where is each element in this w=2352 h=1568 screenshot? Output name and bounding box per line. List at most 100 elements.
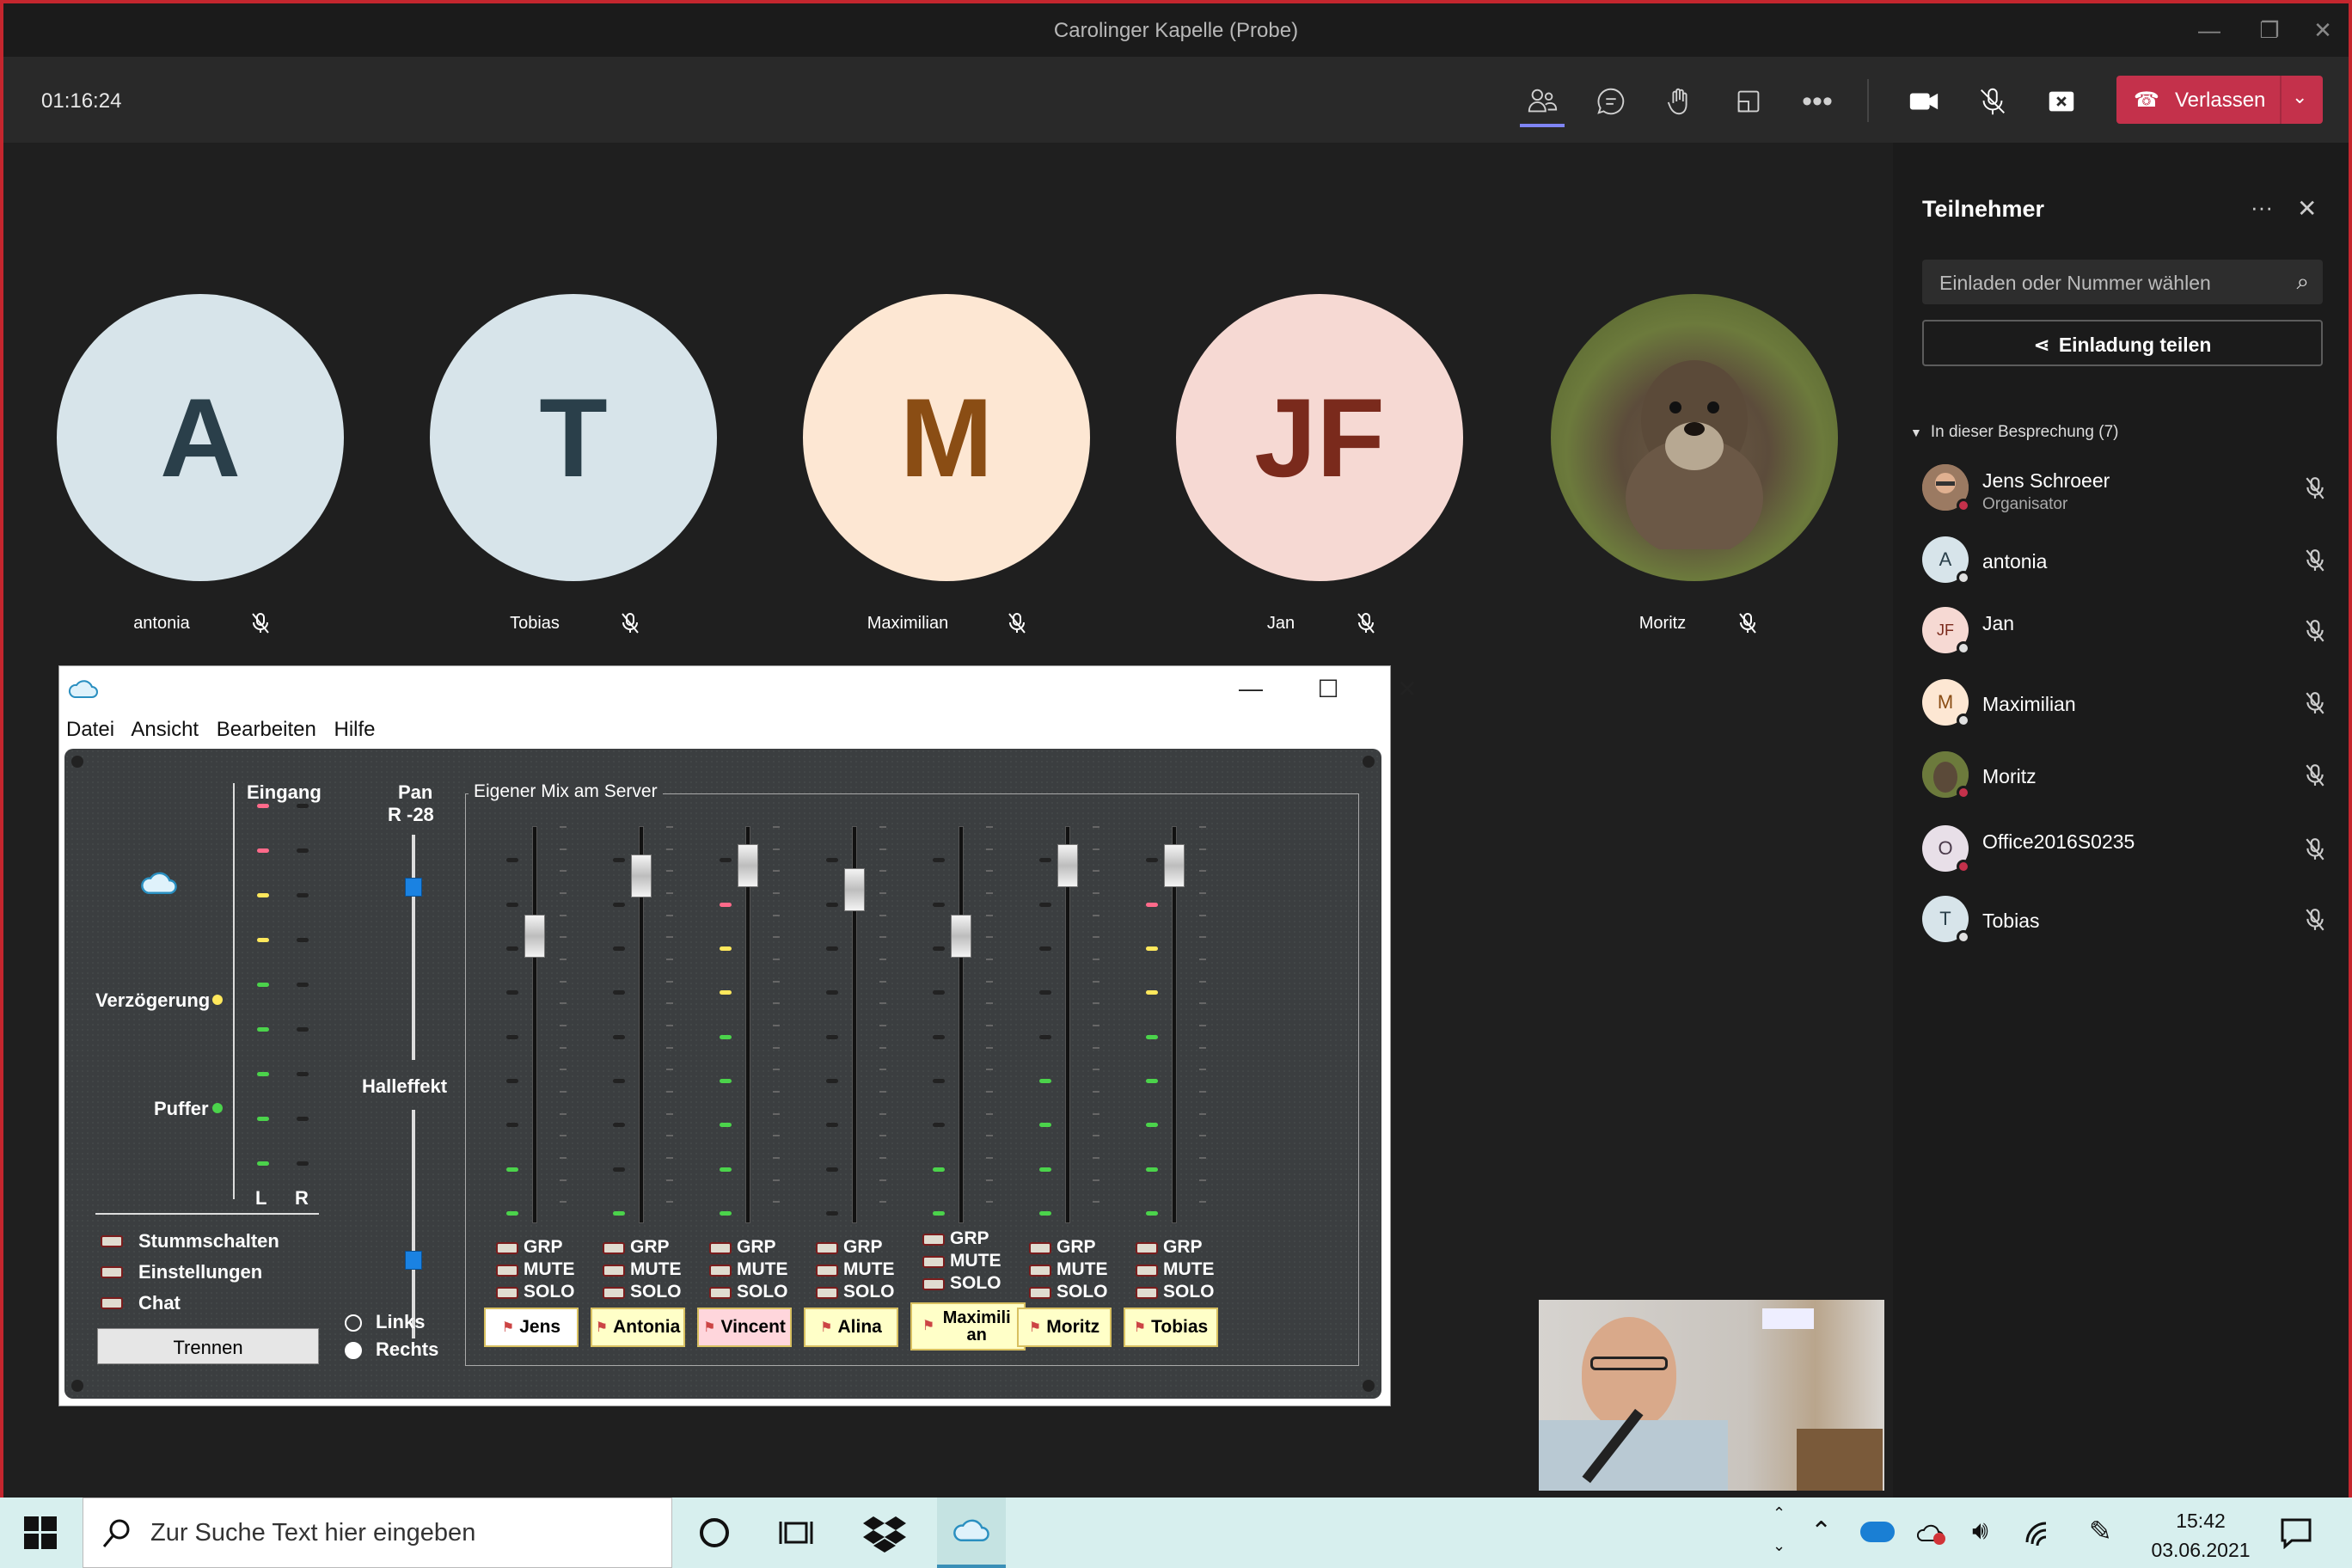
onedrive-icon[interactable] (1860, 1522, 1895, 1542)
radio-right[interactable] (345, 1342, 362, 1359)
channel-grp-toggle[interactable] (709, 1242, 732, 1254)
share-tray-icon[interactable] (2036, 77, 2087, 126)
channel-meter-led (826, 1167, 838, 1172)
participants-icon[interactable] (1516, 77, 1568, 126)
jamulus-taskbar-button[interactable] (937, 1498, 1006, 1568)
mute-toggle[interactable] (101, 1235, 123, 1247)
chat-icon[interactable] (1585, 77, 1637, 126)
wifi-icon[interactable] (2024, 1516, 2058, 1551)
channel-name-tag[interactable]: ⚑ Jens (484, 1308, 579, 1347)
channel-mute-toggle[interactable] (1029, 1265, 1051, 1277)
fader-track[interactable] (532, 826, 537, 1223)
invite-input[interactable]: Einladen oder Nummer wählen ⌕ (1922, 260, 2323, 304)
share-invite-button[interactable]: ⋖ Einladung teilen (1922, 320, 2323, 366)
channel-mute-toggle[interactable] (816, 1265, 838, 1277)
clock-time[interactable]: 15:42 (2149, 1510, 2252, 1533)
camera-icon[interactable] (1898, 77, 1950, 126)
volume-icon[interactable]: 🔊︎ (1972, 1516, 1988, 1546)
channel-mute-toggle[interactable] (922, 1256, 945, 1268)
channel-name-tag[interactable]: ⚑ Moritz (1017, 1308, 1112, 1347)
channel-name-tag[interactable]: ⚑ Antonia (591, 1308, 685, 1347)
pan-slider-handle[interactable] (405, 878, 422, 897)
channel-solo-toggle[interactable] (1029, 1287, 1051, 1299)
leave-button[interactable]: ☎ Verlassen ⌄ (2116, 76, 2323, 124)
rooms-icon[interactable] (1723, 77, 1774, 126)
task-view-icon[interactable] (779, 1516, 813, 1549)
fader-knob[interactable] (844, 868, 865, 912)
menu-ansicht[interactable]: Ansicht (131, 718, 199, 741)
maximize-button[interactable]: ❐ (2244, 12, 2295, 48)
chevron-down-icon[interactable]: ⌄ (2292, 86, 2307, 108)
reverb-slider-track[interactable] (412, 1110, 415, 1338)
cloud-error-icon[interactable] (1916, 1520, 1948, 1546)
fader-knob[interactable] (738, 843, 758, 887)
jamulus-minimize-button[interactable]: — (1230, 675, 1271, 709)
channel-name-tag[interactable]: ⚑ Alina (804, 1308, 898, 1347)
in-meeting-section-header[interactable]: ▼ In dieser Besprechung (7) (1910, 423, 2118, 442)
more-options-icon[interactable]: ••• (1792, 77, 1843, 126)
menu-hilfe[interactable]: Hilfe (334, 718, 376, 741)
channel-grp-toggle[interactable] (496, 1242, 518, 1254)
participant-row[interactable]: O Office2016S0235 (1922, 825, 2326, 885)
channel-name-tag[interactable]: ⚑ Tobias (1124, 1308, 1218, 1347)
jamulus-maximize-button[interactable]: ☐ (1308, 675, 1349, 709)
channel-solo-toggle[interactable] (922, 1278, 945, 1290)
fader-knob[interactable] (1164, 843, 1185, 887)
participant-row[interactable]: Moritz (1922, 751, 2326, 812)
channel-mute-toggle[interactable] (496, 1265, 518, 1277)
scroll-up-icon[interactable]: ⌃ (1773, 1504, 1785, 1522)
fader-knob[interactable] (951, 915, 971, 958)
fader-knob[interactable] (631, 854, 652, 897)
fader-track[interactable] (959, 826, 964, 1223)
menu-datei[interactable]: Datei (66, 718, 114, 741)
participant-row[interactable]: T Tobias (1922, 896, 2326, 956)
pen-icon[interactable]: ✎ (2089, 1515, 2112, 1547)
channel-grp-toggle[interactable] (603, 1242, 625, 1254)
radio-left[interactable] (345, 1314, 362, 1332)
reverb-slider-handle[interactable] (405, 1251, 422, 1270)
pan-slider-track[interactable] (412, 835, 415, 1060)
show-hidden-icons[interactable]: ⌃ (1810, 1516, 1832, 1547)
cortana-icon[interactable] (700, 1518, 729, 1547)
channel-meter-led (506, 1167, 518, 1172)
glasses (1590, 1357, 1668, 1370)
jamulus-close-button[interactable]: ✕ (1387, 675, 1428, 709)
menu-bearbeiten[interactable]: Bearbeiten (217, 718, 316, 741)
notifications-icon[interactable] (2280, 1516, 2312, 1550)
channel-mute-toggle[interactable] (1136, 1265, 1158, 1277)
disconnect-button[interactable]: Trennen (97, 1328, 319, 1364)
settings-toggle[interactable] (101, 1266, 123, 1278)
channel-solo-toggle[interactable] (603, 1287, 625, 1299)
panel-close-icon[interactable]: ✕ (2297, 194, 2317, 223)
participant-row[interactable]: Jens Schroeer Organisator (1922, 464, 2326, 524)
channel-grp-toggle[interactable] (1136, 1242, 1158, 1254)
channel-mute-toggle[interactable] (603, 1265, 625, 1277)
microphone-muted-icon[interactable] (1967, 77, 2018, 126)
search-icon[interactable]: ⌕ (2296, 268, 2309, 296)
participant-row[interactable]: JF Jan (1922, 607, 2326, 667)
channel-name-tag[interactable]: ⚑ Maximilian (910, 1302, 1026, 1351)
windows-start-icon[interactable] (24, 1516, 57, 1549)
dropbox-icon[interactable] (863, 1515, 906, 1553)
raise-hand-icon[interactable] (1654, 77, 1706, 126)
close-button[interactable]: ✕ (2297, 12, 2349, 48)
fader-knob[interactable] (524, 915, 545, 958)
participant-row[interactable]: M Maximilian (1922, 679, 2326, 739)
clock-date[interactable]: 03.06.2021 (2142, 1539, 2259, 1562)
channel-grp-toggle[interactable] (1029, 1242, 1051, 1254)
scroll-down-icon[interactable]: ⌄ (1773, 1537, 1785, 1555)
channel-solo-toggle[interactable] (816, 1287, 838, 1299)
channel-mute-toggle[interactable] (709, 1265, 732, 1277)
fader-knob[interactable] (1057, 843, 1078, 887)
taskbar-search-box[interactable]: Zur Suche Text hier eingeben (83, 1498, 672, 1568)
channel-grp-toggle[interactable] (816, 1242, 838, 1254)
channel-solo-toggle[interactable] (496, 1287, 518, 1299)
channel-solo-toggle[interactable] (1136, 1287, 1158, 1299)
chat-toggle[interactable] (101, 1297, 123, 1309)
channel-solo-toggle[interactable] (709, 1287, 732, 1299)
panel-more-icon[interactable]: ··· (2251, 194, 2273, 221)
channel-name-tag[interactable]: ⚑ Vincent (697, 1308, 792, 1347)
participant-row[interactable]: A antonia (1922, 536, 2326, 597)
channel-grp-toggle[interactable] (922, 1234, 945, 1246)
minimize-button[interactable]: — (2184, 12, 2235, 48)
